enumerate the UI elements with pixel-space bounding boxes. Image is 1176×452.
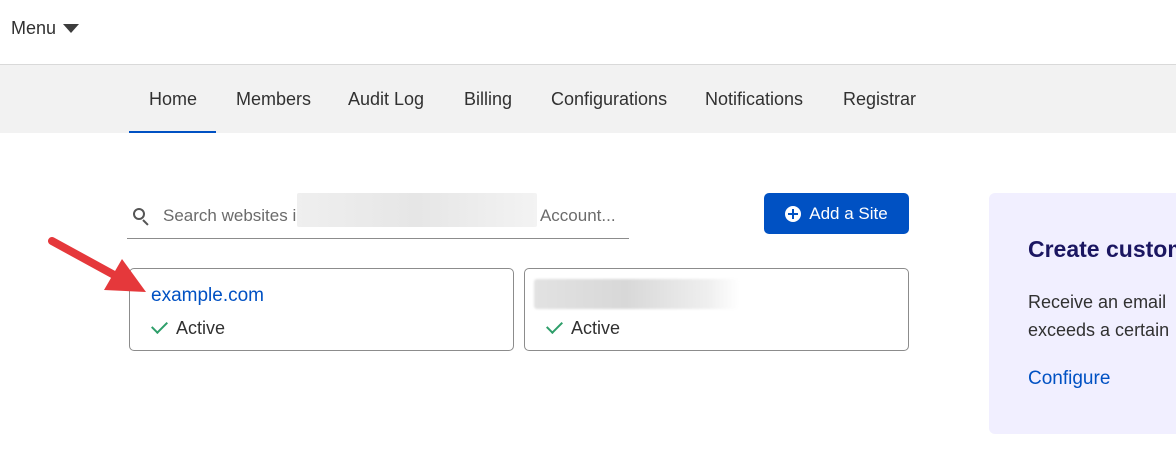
tab-registrar[interactable]: Registrar [843, 65, 916, 133]
check-icon [151, 317, 168, 334]
redacted-account-name [297, 193, 537, 227]
site-card[interactable]: example.com Active [129, 268, 514, 351]
tab-home[interactable]: Home [128, 65, 217, 133]
site-card[interactable]: Active [524, 268, 909, 351]
tab-label: Notifications [705, 88, 804, 109]
add-site-button[interactable]: Add a Site [764, 193, 909, 234]
nav-tabs: Home Members Audit Log Billing Configura… [0, 64, 1176, 133]
dashboard-page: Menu Home Members Audit Log Billing Conf… [0, 0, 1176, 452]
promo-text-line: exceeds a certain [1028, 320, 1170, 340]
site-name-link[interactable]: example.com [151, 285, 264, 307]
tab-label: Registrar [843, 88, 917, 109]
tab-notifications[interactable]: Notifications [705, 65, 803, 133]
redacted-site-name [534, 279, 739, 309]
promo-text-line: Receive an email [1028, 292, 1167, 312]
tab-members[interactable]: Members [236, 65, 311, 133]
tab-configurations[interactable]: Configurations [551, 65, 667, 133]
tab-label: Home [149, 88, 198, 109]
menu-label: Menu [11, 17, 57, 38]
promo-text: Receive an email exceeds a certain [1028, 288, 1176, 344]
add-site-label: Add a Site [809, 203, 888, 223]
site-status: Active [546, 317, 621, 339]
tab-label: Members [236, 88, 312, 109]
check-icon [546, 317, 563, 334]
caret-down-icon [63, 24, 80, 33]
promo-panel: Create custom Receive an email exceeds a… [989, 193, 1176, 434]
tab-label: Audit Log [348, 88, 425, 109]
top-bar: Menu [0, 0, 1176, 64]
configure-link[interactable]: Configure [1028, 368, 1110, 390]
plus-circle-icon [785, 205, 802, 222]
tab-billing[interactable]: Billing [464, 65, 512, 133]
menu-button[interactable]: Menu [11, 16, 80, 40]
site-status: Active [151, 317, 226, 339]
tab-audit-log[interactable]: Audit Log [348, 65, 424, 133]
search-icon [131, 206, 151, 226]
status-label: Active [176, 318, 226, 338]
promo-title: Create custom [1028, 236, 1176, 262]
annotation-arrow-icon [48, 237, 146, 292]
status-label: Active [571, 318, 621, 338]
tab-label: Billing [464, 88, 513, 109]
tab-label: Configurations [551, 88, 668, 109]
